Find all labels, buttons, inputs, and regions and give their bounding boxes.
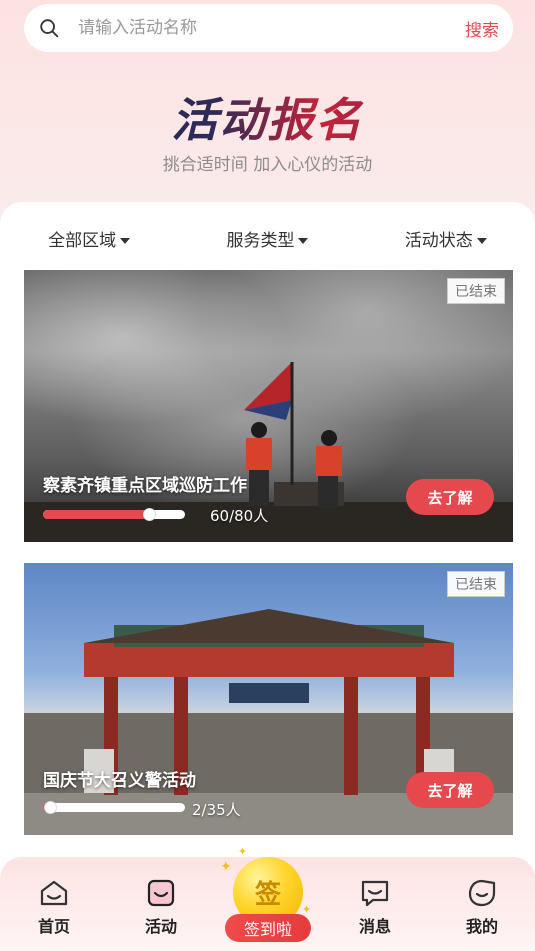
filter-region[interactable]: 全部区域	[0, 226, 178, 251]
enrollment-progress	[43, 801, 185, 814]
home-icon	[40, 880, 68, 906]
profile-icon	[468, 879, 496, 907]
page-title: 活动报名	[0, 84, 535, 150]
enrollment-progress-fill	[43, 510, 150, 519]
activity-icon	[147, 879, 175, 907]
search-button[interactable]: 搜索	[465, 16, 499, 41]
activity-title: 国庆节大召义警活动	[43, 771, 196, 791]
activity-card[interactable]: 已结束 察素齐镇重点区域巡防工作 60/80人 去了解	[24, 270, 513, 542]
tab-activity[interactable]: 活动	[126, 877, 196, 937]
filter-bar: 全部区域 服务类型 活动状态	[0, 226, 535, 251]
filter-region-label: 全部区域	[48, 231, 117, 251]
sparkle-icon: ✦	[220, 859, 232, 875]
sparkle-icon: ✦	[238, 845, 248, 858]
enrollment-count: 60/80人	[210, 507, 269, 525]
status-badge: 已结束	[447, 571, 505, 597]
caret-down-icon	[120, 238, 131, 244]
caret-down-icon	[476, 238, 487, 244]
tab-message[interactable]: 消息	[340, 877, 410, 937]
tab-activity-label: 活动	[144, 917, 177, 936]
learn-more-button[interactable]: 去了解	[406, 479, 494, 515]
filter-status[interactable]: 活动状态	[357, 226, 535, 251]
sign-in-label: 签到啦	[225, 914, 311, 942]
activity-title: 察素齐镇重点区域巡防工作	[43, 476, 247, 496]
search-icon	[40, 19, 59, 38]
tab-home-label: 首页	[37, 917, 70, 936]
filter-status-label: 活动状态	[404, 231, 473, 251]
activity-card[interactable]: 已结束 国庆节大召义警活动 2/35人 去了解	[24, 563, 513, 835]
learn-more-button[interactable]: 去了解	[406, 772, 494, 808]
caret-down-icon	[298, 238, 309, 244]
sign-in-button[interactable]: ✦ ✦ ✦ 签 签到啦	[218, 845, 318, 945]
search-bar: 搜索	[24, 4, 513, 52]
filter-service-type[interactable]: 服务类型	[178, 226, 356, 251]
status-badge: 已结束	[447, 278, 505, 304]
tab-mine[interactable]: 我的	[447, 877, 517, 937]
tab-message-label: 消息	[358, 917, 391, 936]
filter-service-type-label: 服务类型	[226, 231, 295, 251]
search-input[interactable]	[78, 18, 465, 38]
tab-home[interactable]: 首页	[19, 877, 89, 937]
message-icon	[361, 880, 389, 907]
sparkle-icon: ✦	[302, 903, 312, 916]
enrollment-progress-knob	[142, 508, 156, 521]
enrollment-progress	[43, 508, 185, 521]
tab-mine-label: 我的	[465, 917, 498, 936]
enrollment-count: 2/35人	[192, 801, 241, 819]
page-subtitle: 挑合适时间 加入心仪的活动	[162, 155, 373, 175]
